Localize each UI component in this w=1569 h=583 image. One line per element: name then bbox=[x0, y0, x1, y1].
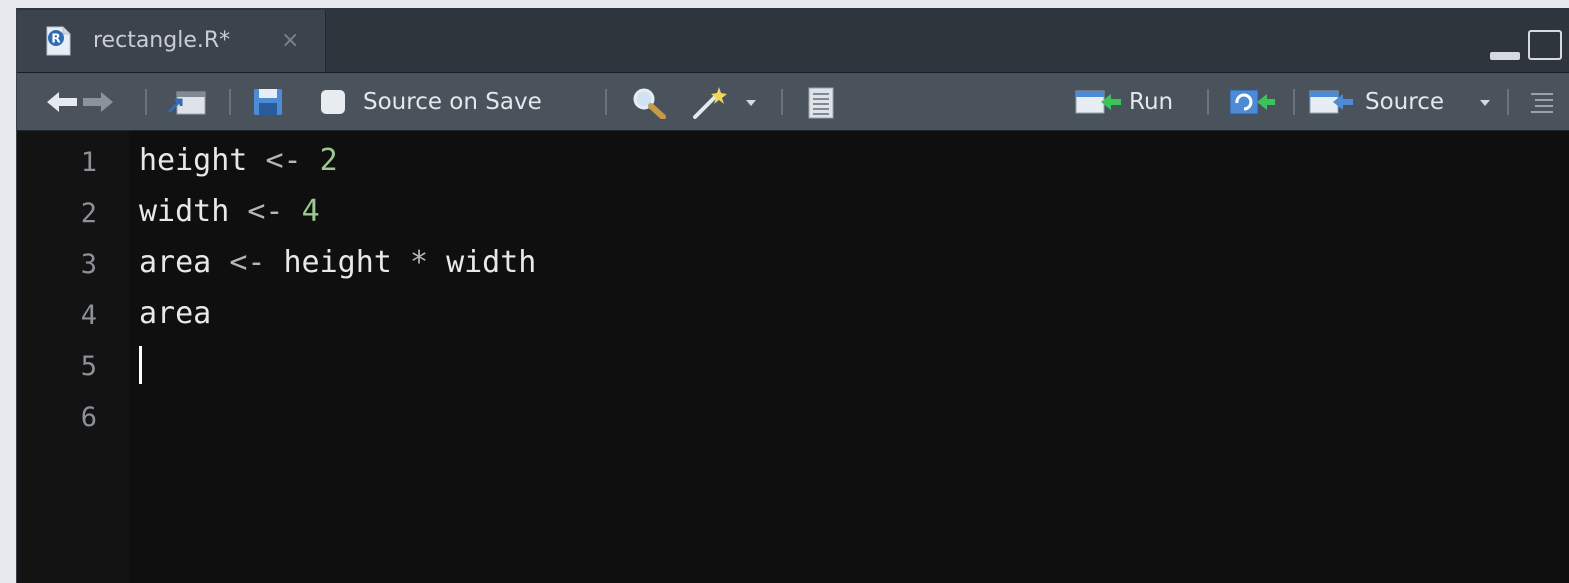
operator: <- bbox=[265, 143, 320, 178]
line-number-gutter: 1 2 3 4 5 6 bbox=[17, 131, 129, 583]
toolbar-separator bbox=[1293, 89, 1295, 115]
line-number: 6 bbox=[80, 402, 97, 433]
back-arrow-icon[interactable] bbox=[45, 89, 79, 115]
operator: <- bbox=[229, 245, 284, 280]
identifier: width bbox=[446, 245, 537, 280]
code-line[interactable]: area bbox=[139, 296, 211, 331]
chevron-down-icon[interactable] bbox=[1479, 99, 1491, 107]
maximize-icon[interactable] bbox=[1528, 30, 1562, 60]
toolbar-separator bbox=[781, 89, 783, 115]
run-icon[interactable] bbox=[1075, 89, 1123, 115]
source-editor-pane: R rectangle.R* × Source on Save Run Sour… bbox=[16, 8, 1569, 583]
document-outline-icon[interactable] bbox=[1529, 91, 1555, 113]
text-cursor bbox=[139, 346, 142, 384]
operator: * bbox=[409, 245, 447, 280]
toolbar-separator bbox=[1207, 89, 1209, 115]
tab-rectangle-r[interactable]: R rectangle.R* × bbox=[17, 10, 326, 72]
close-icon[interactable]: × bbox=[281, 28, 299, 53]
tab-file-name: rectangle.R* bbox=[93, 28, 231, 53]
identifier: area bbox=[139, 245, 230, 280]
line-number: 2 bbox=[80, 198, 97, 229]
source-button[interactable]: Source bbox=[1365, 89, 1444, 115]
operator: <- bbox=[247, 194, 302, 229]
run-button[interactable]: Run bbox=[1129, 89, 1173, 115]
rerun-icon[interactable] bbox=[1229, 88, 1277, 116]
source-on-save-label[interactable]: Source on Save bbox=[363, 89, 542, 115]
toolbar-separator bbox=[145, 89, 147, 115]
numeric-literal: 4 bbox=[301, 194, 320, 229]
magic-wand-icon[interactable] bbox=[691, 85, 731, 119]
line-number: 4 bbox=[80, 300, 97, 331]
toolbar-separator bbox=[605, 89, 607, 115]
source-on-save-checkbox[interactable] bbox=[321, 90, 345, 114]
search-icon[interactable] bbox=[631, 87, 667, 119]
line-number: 5 bbox=[80, 351, 97, 382]
forward-arrow-icon[interactable] bbox=[81, 89, 115, 115]
window-controls bbox=[1490, 30, 1569, 64]
numeric-literal: 2 bbox=[319, 143, 338, 178]
editor-toolbar: Source on Save Run Source bbox=[17, 73, 1569, 131]
compile-report-icon[interactable] bbox=[807, 87, 835, 119]
editor-tab-bar: R rectangle.R* × bbox=[17, 8, 1569, 73]
identifier: height bbox=[139, 143, 266, 178]
minimize-icon[interactable] bbox=[1490, 52, 1520, 60]
save-icon[interactable] bbox=[253, 88, 283, 116]
toolbar-separator bbox=[229, 89, 231, 115]
code-line[interactable]: height <- 2 bbox=[139, 143, 338, 178]
identifier: height bbox=[283, 245, 410, 280]
source-icon[interactable] bbox=[1309, 89, 1357, 115]
r-file-icon-letter: R bbox=[51, 32, 60, 46]
show-in-new-window-icon[interactable] bbox=[167, 88, 207, 116]
line-number: 1 bbox=[80, 147, 97, 178]
identifier: width bbox=[139, 194, 248, 229]
code-editor[interactable]: 1 2 3 4 5 6 height <- 2 width <- 4 area <-… bbox=[17, 131, 1569, 583]
r-file-icon: R bbox=[46, 26, 71, 56]
toolbar-separator bbox=[1507, 89, 1509, 115]
identifier: area bbox=[139, 296, 212, 331]
line-number: 3 bbox=[80, 249, 97, 280]
code-line[interactable]: width <- 4 bbox=[139, 194, 320, 229]
code-line[interactable]: area <- height * width bbox=[139, 245, 536, 280]
chevron-down-icon[interactable] bbox=[745, 99, 757, 107]
